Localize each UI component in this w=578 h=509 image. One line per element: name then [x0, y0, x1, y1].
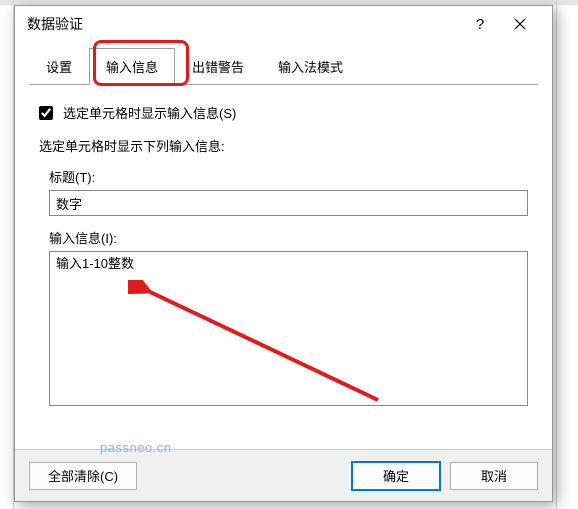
data-validation-dialog: 数据验证 ? 设置 输入信息 出错警告 输入法模式 选定单元格时显示输入信息(S… [14, 5, 553, 502]
close-button[interactable] [500, 8, 540, 40]
tab-error-alert[interactable]: 出错警告 [175, 48, 261, 85]
ok-button[interactable]: 确定 [352, 462, 440, 490]
tab-settings[interactable]: 设置 [29, 48, 89, 85]
show-input-checkbox-label: 选定单元格时显示输入信息(S) [63, 103, 236, 122]
button-label: 取消 [481, 466, 507, 485]
tabs-container: 设置 输入信息 出错警告 输入法模式 [15, 42, 552, 85]
section-label: 选定单元格时显示下列输入信息: [39, 136, 528, 155]
message-textarea[interactable] [49, 251, 528, 406]
dialog-title: 数据验证 [27, 14, 460, 34]
tab-label: 输入法模式 [278, 60, 343, 75]
tab-label: 出错警告 [192, 60, 244, 75]
button-label: 全部清除(C) [48, 466, 118, 485]
help-icon: ? [476, 16, 484, 33]
cancel-button[interactable]: 取消 [450, 462, 538, 490]
show-input-checkbox[interactable] [39, 106, 53, 120]
show-input-checkbox-row[interactable]: 选定单元格时显示输入信息(S) [39, 103, 528, 122]
dialog-titlebar: 数据验证 ? [15, 6, 552, 42]
button-label: 确定 [383, 466, 409, 485]
watermark: passneo.cn [100, 440, 172, 455]
tab-input-message[interactable]: 输入信息 [89, 48, 175, 85]
message-field-label: 输入信息(I): [39, 228, 528, 247]
title-input[interactable] [49, 190, 528, 216]
tab-panel-input-message: 选定单元格时显示输入信息(S) 选定单元格时显示下列输入信息: 标题(T): 输… [15, 85, 552, 449]
tab-label: 设置 [46, 60, 72, 75]
help-button[interactable]: ? [460, 8, 500, 40]
close-icon [514, 18, 526, 30]
clear-all-button[interactable]: 全部清除(C) [29, 462, 137, 490]
tab-ime-mode[interactable]: 输入法模式 [261, 48, 360, 85]
title-field-label: 标题(T): [39, 167, 528, 186]
tab-label: 输入信息 [106, 60, 158, 75]
dialog-footer: 全部清除(C) 确定 取消 [15, 449, 552, 501]
